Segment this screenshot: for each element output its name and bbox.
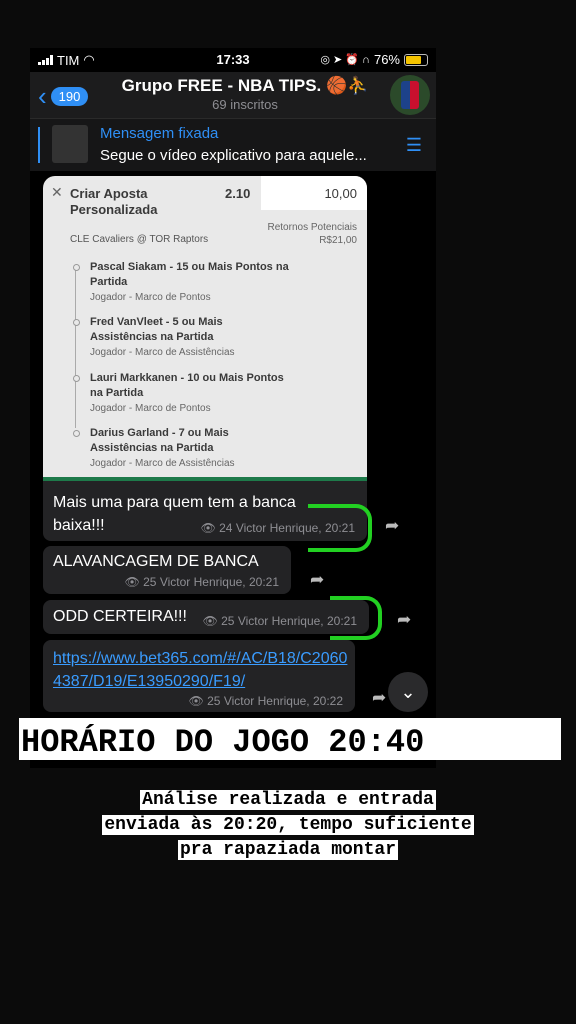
forward-icon[interactable]: ➦ (310, 570, 324, 590)
battery-icon (404, 53, 428, 66)
bet-selection: Lauri Markkanen - 10 ou Mais Pontos na P… (73, 371, 290, 414)
message-meta: 👁 25 Victor Henrique, 20:22 (188, 694, 343, 708)
telegram-screenshot: TIM ◠ 17:33 ◎ ➤ ⏰ ∩ 76% ‹ 190 Grupo FREE… (30, 48, 436, 768)
pinned-label: Mensagem fixada (100, 125, 219, 142)
pinned-indicator (38, 127, 40, 163)
chat-title[interactable]: Grupo FREE - NBA TIPS. 🏀⛹ (100, 76, 390, 96)
message-bubble[interactable]: https://www.bet365.com/#/AC/B18/C2060438… (43, 640, 355, 712)
channel-avatar[interactable] (390, 75, 430, 115)
game-time-banner: HORÁRIO DO JOGO 20:40 (19, 718, 561, 761)
battery-percent: 76% (373, 52, 400, 67)
bet-selection: Fred VanVleet - 5 ou Mais Assistências n… (73, 315, 290, 358)
forward-icon[interactable]: ➦ (385, 516, 399, 536)
highlight-mark (330, 596, 382, 640)
bet-selection: Darius Garland - 7 ou Mais Assistências … (73, 426, 290, 469)
message-bubble[interactable]: ODD CERTEIRA!!! 👁 25 Victor Henrique, 20… (43, 600, 369, 634)
close-icon: ✕ (51, 184, 63, 200)
status-icons: ◎ ➤ ⏰ ∩ (320, 54, 370, 66)
returns-label: Retornos Potenciais (267, 222, 358, 233)
nba-logo-icon (401, 81, 419, 109)
bet-match: CLE Cavaliers @ TOR Raptors (70, 234, 209, 245)
returns-value: R$21,00 (319, 235, 357, 246)
bet-title: Criar Aposta Personalizada (70, 186, 158, 217)
message-text: ODD CERTEIRA!!! (53, 608, 187, 625)
scroll-down-button[interactable]: ⌄ (388, 672, 428, 712)
bet-stake: 10,00 (261, 176, 367, 210)
subscriber-count: 69 inscritos (212, 97, 278, 112)
highlight-mark (308, 504, 372, 552)
message-link[interactable]: https://www.bet365.com/#/AC/B18/C2060438… (53, 647, 349, 693)
pinned-text: Segue o vídeo explicativo para aquele... (100, 147, 367, 164)
chevron-left-icon: ‹ (38, 81, 47, 111)
message-bubble[interactable]: ALAVANCAGEM DE BANCA 👁 25 Victor Henriqu… (43, 546, 291, 594)
pinned-message[interactable]: Mensagem fixada Segue o vídeo explicativ… (30, 118, 436, 171)
caption-line: Análise realizada e entrada (140, 790, 436, 810)
message-meta: 👁 25 Victor Henrique, 20:21 (124, 575, 279, 589)
forward-icon[interactable]: ➦ (397, 610, 411, 630)
message-text: ALAVANCAGEM DE BANCA (53, 553, 259, 570)
selection-timeline (75, 268, 76, 428)
bet-slip-image[interactable]: ✕ Criar Aposta Personalizada 2.10 10,00 … (43, 176, 367, 481)
caption-line: enviada às 20:20, tempo suficiente (102, 815, 474, 835)
bet-odds: 2.10 (225, 186, 251, 201)
back-button[interactable]: ‹ 190 (38, 81, 89, 112)
chat-header: ‹ 190 Grupo FREE - NBA TIPS. 🏀⛹ 69 inscr… (30, 72, 436, 118)
unread-badge: 190 (50, 87, 89, 106)
forward-icon[interactable]: ➦ (372, 688, 386, 708)
status-bar: TIM ◠ 17:33 ◎ ➤ ⏰ ∩ 76% (30, 48, 436, 72)
chevron-down-icon: ⌄ (400, 682, 416, 702)
pin-list-icon[interactable]: ☰ (406, 135, 422, 156)
caption-line: pra rapaziada montar (177, 840, 399, 860)
pinned-thumbnail (52, 125, 88, 163)
bet-selection: Pascal Siakam - 15 ou Mais Pontos na Par… (73, 260, 290, 303)
